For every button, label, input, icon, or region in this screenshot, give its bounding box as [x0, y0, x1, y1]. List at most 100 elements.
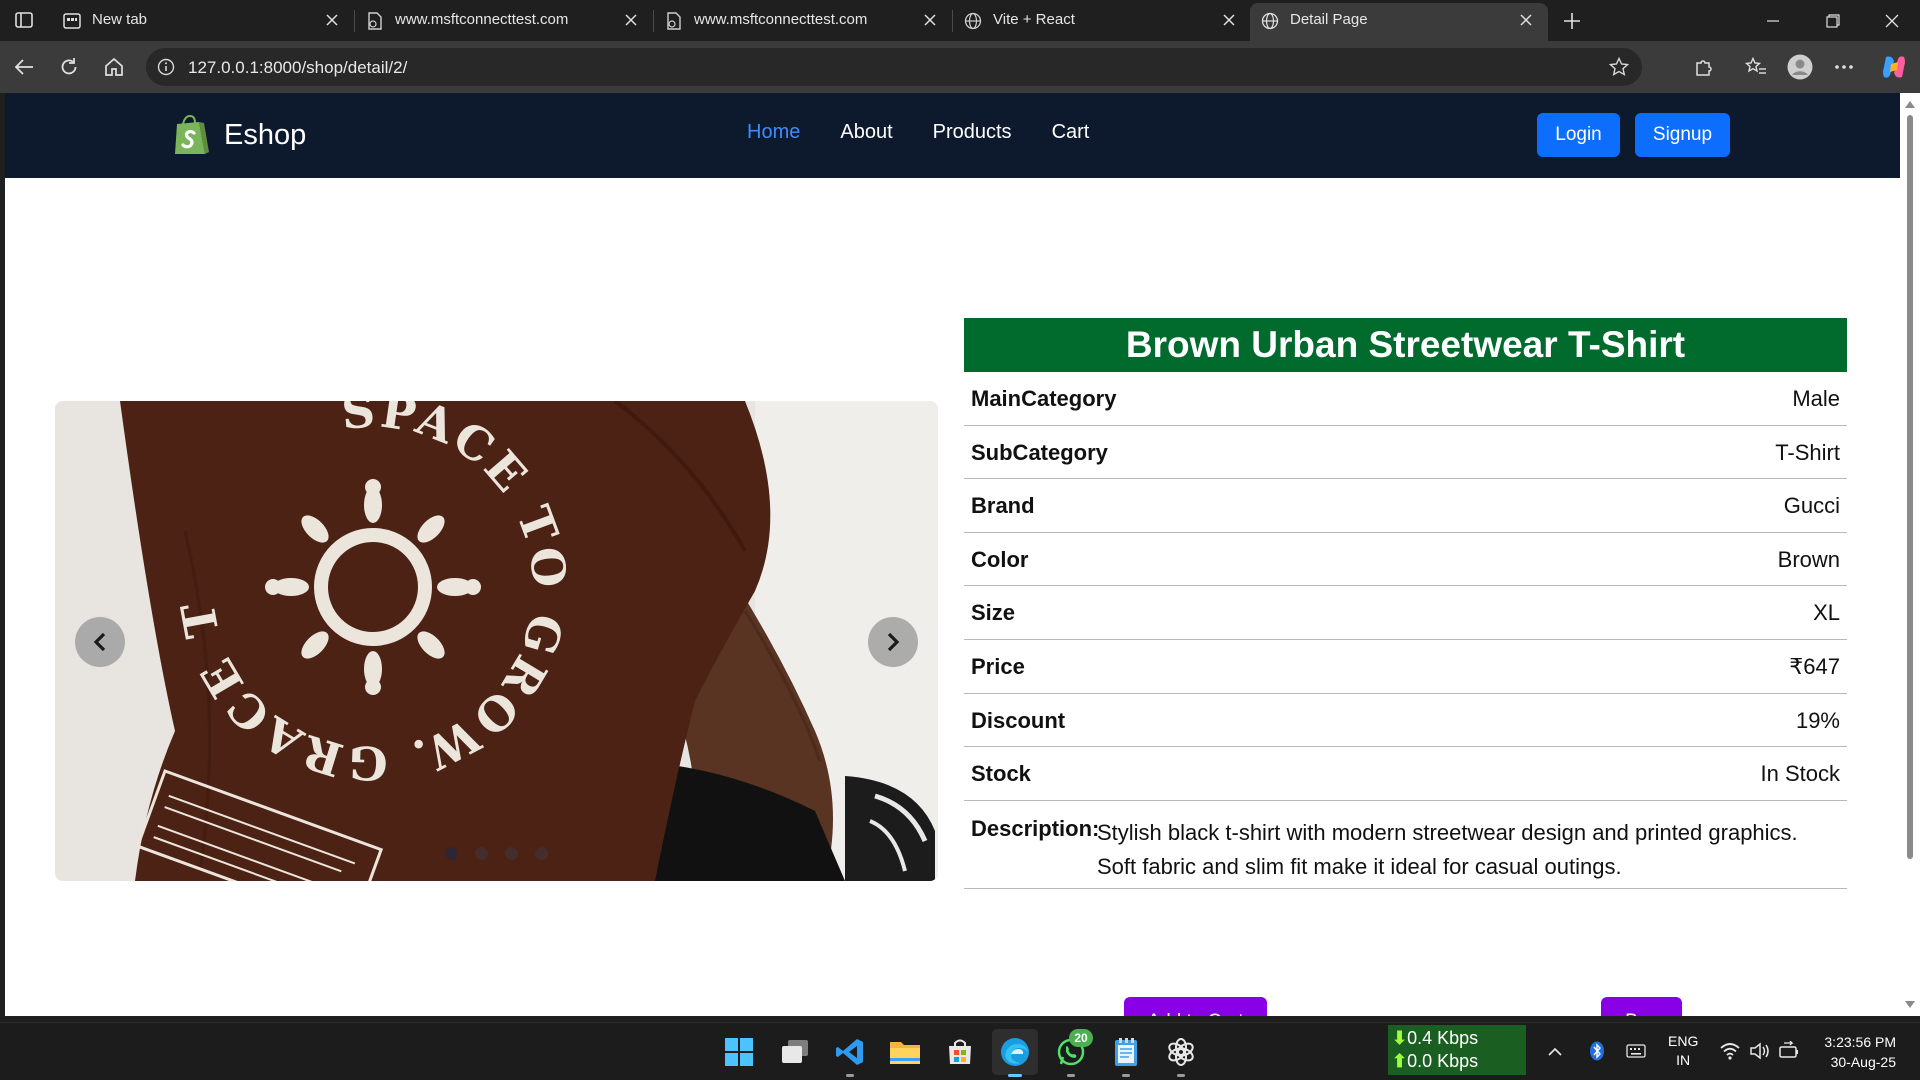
close-icon[interactable]	[920, 10, 940, 30]
spec-value: T-Shirt	[1775, 439, 1840, 465]
favorites-icon[interactable]	[1742, 53, 1770, 81]
restore-icon[interactable]	[1818, 8, 1848, 34]
add-to-cart-button[interactable]: Add to Cart	[1124, 997, 1267, 1016]
nav-products-link[interactable]: Products	[933, 121, 1012, 144]
spec-value: ₹647	[1789, 653, 1840, 679]
scrollbar-thumb[interactable]	[1907, 115, 1913, 859]
home-icon[interactable]	[100, 53, 128, 81]
product-title: Brown Urban Streetwear T-Shirt	[964, 318, 1847, 372]
running-indicator	[1067, 1074, 1075, 1077]
new-tab-plus-icon[interactable]	[1558, 8, 1586, 34]
chatgpt-icon[interactable]	[1162, 1033, 1200, 1077]
notepad-icon[interactable]	[1107, 1033, 1145, 1077]
close-icon[interactable]	[322, 10, 342, 30]
spec-label: Price	[971, 653, 1025, 679]
address-bar[interactable]: 127.0.0.1:8000/shop/detail/2/	[146, 48, 1642, 86]
tab-actions-icon[interactable]	[10, 7, 38, 33]
close-icon[interactable]	[1516, 10, 1536, 30]
login-button[interactable]: Login	[1537, 113, 1620, 157]
product-photo: SPACE TO GROW. GRACE TO LEARN.	[55, 401, 938, 881]
url-text[interactable]: 127.0.0.1:8000/shop/detail/2/	[188, 58, 407, 78]
language-indicator[interactable]: ENG IN	[1668, 1032, 1698, 1070]
globe-icon	[963, 11, 983, 31]
scroll-down-arrow-icon[interactable]	[1905, 1001, 1915, 1008]
scroll-up-arrow-icon[interactable]	[1905, 101, 1915, 108]
more-menu-icon[interactable]	[1830, 53, 1858, 81]
page-scrollbar[interactable]	[1900, 93, 1920, 1016]
spec-value: Brown	[1777, 546, 1840, 572]
keyboard-icon[interactable]	[1624, 1039, 1648, 1063]
nav-home-link[interactable]: Home	[747, 121, 800, 144]
tab-title: New tab	[92, 11, 148, 28]
edge-browser-icon[interactable]	[992, 1029, 1038, 1077]
nav-links: Home About Products Cart	[747, 121, 1129, 144]
tab-msftconnecttest-2[interactable]: www.msftconnecttest.com	[654, 0, 952, 41]
site-navbar: Eshop Home About Products Cart Login Sig…	[5, 93, 1900, 178]
spec-row-subcategory: SubCategory T-Shirt	[964, 426, 1847, 480]
file-explorer-icon[interactable]	[886, 1033, 924, 1071]
wifi-icon[interactable]	[1718, 1039, 1742, 1063]
spec-value: In Stock	[1760, 761, 1840, 787]
close-icon[interactable]	[621, 10, 641, 30]
window-close-icon[interactable]	[1877, 8, 1907, 34]
brand[interactable]: Eshop	[173, 113, 306, 157]
carousel-indicator-dot[interactable]	[505, 847, 518, 860]
bluetooth-icon[interactable]	[1585, 1039, 1609, 1063]
spec-label: Discount	[971, 707, 1066, 733]
carousel-indicator-dot[interactable]	[445, 847, 458, 860]
buy-button[interactable]: Buy	[1601, 997, 1682, 1016]
tab-title: Vite + React	[993, 11, 1075, 28]
extensions-puzzle-icon[interactable]	[1690, 53, 1718, 81]
close-icon[interactable]	[1219, 10, 1239, 30]
windows-start-icon[interactable]	[720, 1033, 758, 1071]
running-indicator	[1177, 1074, 1185, 1077]
favorite-star-icon[interactable]	[1608, 56, 1630, 78]
profile-avatar-icon[interactable]	[1786, 53, 1814, 81]
description-row: Description: Stylish black t-shirt with …	[964, 801, 1847, 889]
chevron-up-icon[interactable]	[1543, 1039, 1567, 1063]
upload-arrow-icon: ⬆	[1392, 1051, 1408, 1071]
minimize-icon[interactable]	[1758, 8, 1788, 34]
clock-date: 30-Aug-25	[1830, 1054, 1896, 1070]
copilot-icon[interactable]	[1880, 53, 1908, 81]
spec-value: Male	[1792, 386, 1840, 411]
tab-title: www.msftconnecttest.com	[694, 11, 868, 28]
clock-time: 3:23:56 PM	[1824, 1034, 1896, 1050]
spec-row-stock: Stock In Stock	[964, 747, 1847, 801]
spec-value: XL	[1813, 600, 1840, 626]
region-code: IN	[1676, 1052, 1691, 1068]
microsoft-store-icon[interactable]	[941, 1033, 979, 1071]
battery-sync-icon[interactable]	[1778, 1039, 1802, 1063]
carousel-next-button[interactable]	[868, 617, 918, 667]
product-image-carousel[interactable]: SPACE TO GROW. GRACE TO LEARN.	[55, 401, 938, 881]
tab-msftconnecttest-1[interactable]: www.msftconnecttest.com	[355, 0, 653, 41]
tab-detail-page[interactable]: Detail Page	[1250, 3, 1548, 41]
spec-row-size: Size XL	[964, 586, 1847, 640]
carousel-prev-button[interactable]	[75, 617, 125, 667]
volume-icon[interactable]	[1748, 1039, 1772, 1063]
spec-table: MainCategory Male SubCategory T-Shirt Brand G…	[964, 372, 1847, 801]
spec-label: Size	[971, 600, 1016, 626]
site-info-icon[interactable]	[156, 57, 176, 77]
carousel-indicator-dot[interactable]	[535, 847, 548, 860]
nav-cart-link[interactable]: Cart	[1052, 121, 1090, 144]
running-indicator	[1122, 1074, 1130, 1077]
brand-name: Eshop	[224, 118, 307, 151]
screen: New tab www.msftconnecttest.com www.msft…	[0, 0, 1920, 1080]
description-text: Stylish black t-shirt with modern street…	[1097, 819, 1798, 879]
reload-icon[interactable]	[55, 53, 83, 81]
signup-button[interactable]: Signup	[1635, 113, 1730, 157]
back-arrow-icon[interactable]	[10, 53, 38, 81]
running-indicator	[1008, 1074, 1022, 1077]
tab-vite-react[interactable]: Vite + React	[953, 0, 1251, 41]
document-icon	[664, 11, 684, 31]
nav-about-link[interactable]: About	[840, 121, 892, 144]
tab-new-tab[interactable]: New tab	[52, 0, 354, 41]
system-clock[interactable]: 3:23:56 PM 30-Aug-25	[1816, 1032, 1896, 1072]
whatsapp-notification-badge: 20	[1069, 1029, 1093, 1047]
vscode-icon[interactable]	[831, 1033, 869, 1077]
description-label: Description:	[971, 815, 1100, 841]
upload-speed: ⬆0.0 Kbps	[1392, 1051, 1479, 1071]
carousel-indicator-dot[interactable]	[475, 847, 488, 860]
task-view-icon[interactable]	[776, 1033, 814, 1071]
